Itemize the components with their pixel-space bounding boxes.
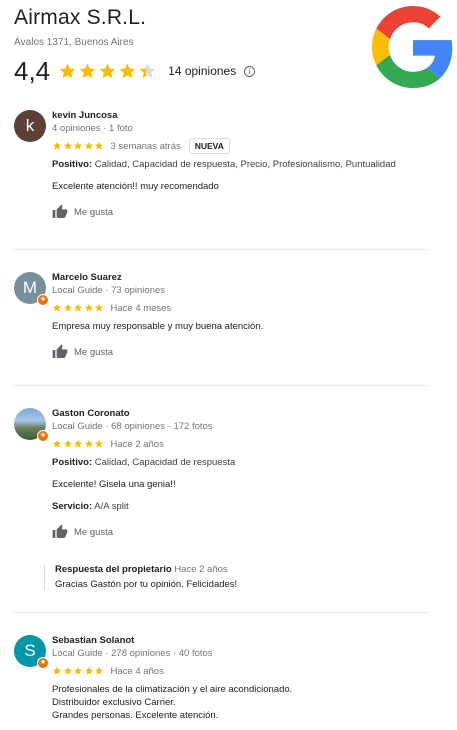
star-icon: [78, 62, 97, 81]
thumbs-up-icon: [52, 344, 68, 358]
star-icon: [84, 141, 93, 150]
local-guide-star-icon: ★: [37, 430, 49, 442]
avatar-initial: k: [25, 116, 35, 135]
avatar-initial: S: [24, 641, 36, 660]
review-text: Excelente! Gisela una genia!!: [52, 479, 176, 490]
rating-summary: 4,4 14 opiniones i: [14, 55, 256, 86]
star-icon: [84, 666, 93, 675]
star-icon: [118, 62, 137, 81]
owner-reply-text: Gracias Gastón por tu opinión. Felicidad…: [55, 579, 238, 590]
review-item: k kevin Juncosa 4 opiniones · 1 foto 3 s…: [0, 102, 457, 250]
star-icon: [63, 439, 72, 448]
star-icon: [94, 141, 104, 150]
review-service: Servicio: A/A split: [52, 501, 129, 512]
review-text-line: Profesionales de la climatización y el a…: [52, 684, 293, 695]
review-text: Empresa muy responsable y muy buena aten…: [52, 321, 264, 332]
owner-reply: Respuesta del propietario Hace 2 años Gr…: [44, 564, 424, 590]
like-button[interactable]: Me gusta: [52, 203, 432, 221]
review-text-line: Distribuidor exclusivo Carrier.: [52, 697, 176, 708]
star-icon: [73, 141, 83, 150]
review-text-line: Grandes personas. Excelente atención.: [52, 710, 219, 721]
star-icon: [63, 141, 72, 150]
rating-stars: [58, 62, 158, 81]
star-icon: [84, 439, 93, 448]
star-icon: [52, 303, 62, 312]
star-icon: [94, 303, 104, 312]
star-icon: [94, 666, 104, 675]
star-icon: [94, 439, 104, 448]
reviewer-meta: 4 opiniones · 1 foto: [52, 123, 133, 134]
review-time: 3 semanas atrás: [110, 140, 181, 152]
reviewer-name[interactable]: Sebastian Solanot: [52, 635, 432, 648]
review-attributes: Positivo: Calidad, Capacidad de respuest…: [52, 457, 236, 468]
star-icon: [58, 62, 77, 81]
like-button[interactable]: Me gusta: [52, 523, 432, 541]
local-guide-star-icon: ★: [37, 657, 49, 669]
thumbs-up-icon: [52, 204, 68, 218]
avatar[interactable]: ★: [14, 408, 49, 442]
new-badge: NUEVA: [188, 138, 230, 154]
reviews-list: k kevin Juncosa 4 opiniones · 1 foto 3 s…: [0, 102, 457, 730]
review-item: S ★ Sebastian Solanot Local Guide · 278 …: [0, 613, 457, 730]
review-stars: [52, 666, 105, 676]
thumbs-up-icon: [52, 524, 68, 538]
star-icon: [84, 303, 93, 312]
star-icon: [63, 666, 72, 675]
business-address: Ávalos 1371, Buenos Aires: [14, 37, 134, 48]
info-icon[interactable]: i: [244, 65, 256, 77]
review-text: Excelente atención!! muy recomendado: [52, 181, 219, 192]
like-label: Me gusta: [74, 206, 114, 218]
business-header: Airmax S.R.L. Ávalos 1371, Buenos Aires …: [14, 6, 453, 96]
avatar[interactable]: k: [14, 110, 46, 142]
reviewer-name[interactable]: kevin Juncosa: [52, 110, 432, 123]
star-icon: [52, 666, 62, 675]
reviewer-meta: Local Guide · 73 opiniones: [52, 285, 166, 296]
star-icon: [63, 303, 72, 312]
rating-number: 4,4: [14, 55, 51, 86]
star-icon: [98, 62, 117, 81]
reviewer-meta: Local Guide · 68 opiniones · 172 fotos: [52, 421, 213, 432]
review-time: Hace 4 meses: [110, 302, 172, 314]
star-icon: [138, 62, 157, 81]
like-label: Me gusta: [74, 346, 114, 358]
avatar[interactable]: M ★: [14, 272, 49, 306]
owner-reply-time: Hace 2 años: [174, 564, 228, 575]
avatar[interactable]: S ★: [14, 635, 49, 669]
owner-reply-label: Respuesta del propietario: [55, 564, 172, 575]
reviewer-meta: Local Guide · 278 opiniones · 40 fotos: [52, 648, 213, 659]
star-icon: [73, 666, 83, 675]
review-count[interactable]: 14 opiniones: [168, 64, 236, 78]
review-attributes: Positivo: Calidad, Capacidad de respuest…: [52, 159, 396, 170]
review-time: Hace 4 años: [110, 665, 164, 677]
star-icon: [52, 141, 62, 150]
like-label: Me gusta: [74, 526, 114, 538]
business-name: Airmax S.R.L.: [14, 6, 147, 29]
reviewer-name[interactable]: Gaston Coronato: [52, 408, 432, 421]
star-icon: [73, 439, 83, 448]
google-g-logo: [372, 6, 453, 88]
review-item: ★ Gaston Coronato Local Guide · 68 opini…: [0, 386, 457, 613]
like-button[interactable]: Me gusta: [52, 343, 432, 361]
star-icon: [52, 439, 62, 448]
star-icon: [73, 303, 83, 312]
review-item: M ★ Marcelo Suarez Local Guide · 73 opin…: [0, 250, 457, 386]
review-stars: [52, 141, 105, 151]
local-guide-star-icon: ★: [37, 294, 49, 306]
review-stars: [52, 439, 105, 449]
avatar-initial: M: [22, 278, 38, 297]
review-time: Hace 2 años: [110, 438, 164, 450]
review-stars: [52, 303, 105, 313]
reviewer-name[interactable]: Marcelo Suarez: [52, 272, 432, 285]
